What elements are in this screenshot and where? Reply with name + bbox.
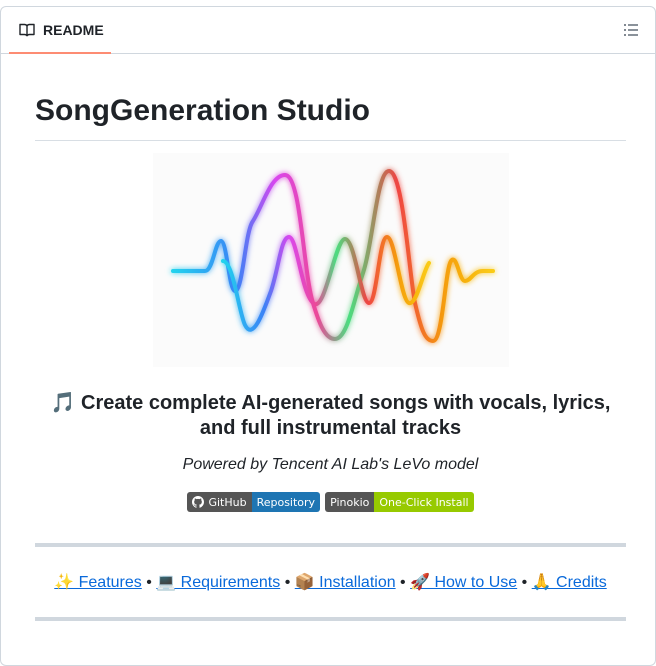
waveform-banner-image [152,153,509,367]
nav-separator: • [280,574,295,591]
readme-content: SongGeneration Studio 🎵 Create complete … [35,55,626,621]
github-badge-value: Repository [251,492,321,512]
divider [35,543,626,547]
tagline-line-1: 🎵 Create complete AI-generated songs wit… [50,392,611,414]
page-title: SongGeneration Studio [35,93,626,141]
github-repository-badge[interactable]: GitHub Repository [187,492,321,512]
pinokio-badge-label: Pinokio [325,492,375,512]
book-icon [19,22,35,38]
list-unordered-icon[interactable] [623,22,641,40]
tab-readme-label: README [43,21,104,38]
nav-link-installation[interactable]: 📦 Installation [295,574,396,591]
github-badge-left: GitHub [187,492,252,512]
nav-link-how-to-use[interactable]: 🚀 How to Use [410,574,517,591]
readme-panel: README SongGeneration Studio 🎵 Create co… [0,6,656,666]
nav-separator: • [395,574,411,591]
nav-separator: • [517,574,532,591]
tagline-line-2: and full instrumental tracks [199,417,462,439]
readme-header: README [1,7,655,54]
github-badge-label: GitHub [208,495,247,509]
nav-link-features[interactable]: ✨ Features [54,574,142,591]
pinokio-install-badge[interactable]: Pinokio One-Click Install [325,492,474,512]
tagline: 🎵 Create complete AI-generated songs wit… [35,391,626,441]
pinokio-badge-value: One-Click Install [374,492,474,512]
github-icon [192,496,205,508]
badge-row: GitHub Repository Pinokio One-Click Inst… [35,492,626,512]
nav-link-requirements[interactable]: 💻 Requirements [156,574,280,591]
powered-by-text: Powered by Tencent AI Lab's LeVo model [182,456,479,473]
section-nav: ✨ Features • 💻 Requirements • 📦 Installa… [35,573,626,593]
tab-readme[interactable]: README [9,7,111,54]
divider [35,617,626,621]
nav-separator: • [141,574,157,591]
nav-link-credits[interactable]: 🙏 Credits [532,574,607,591]
